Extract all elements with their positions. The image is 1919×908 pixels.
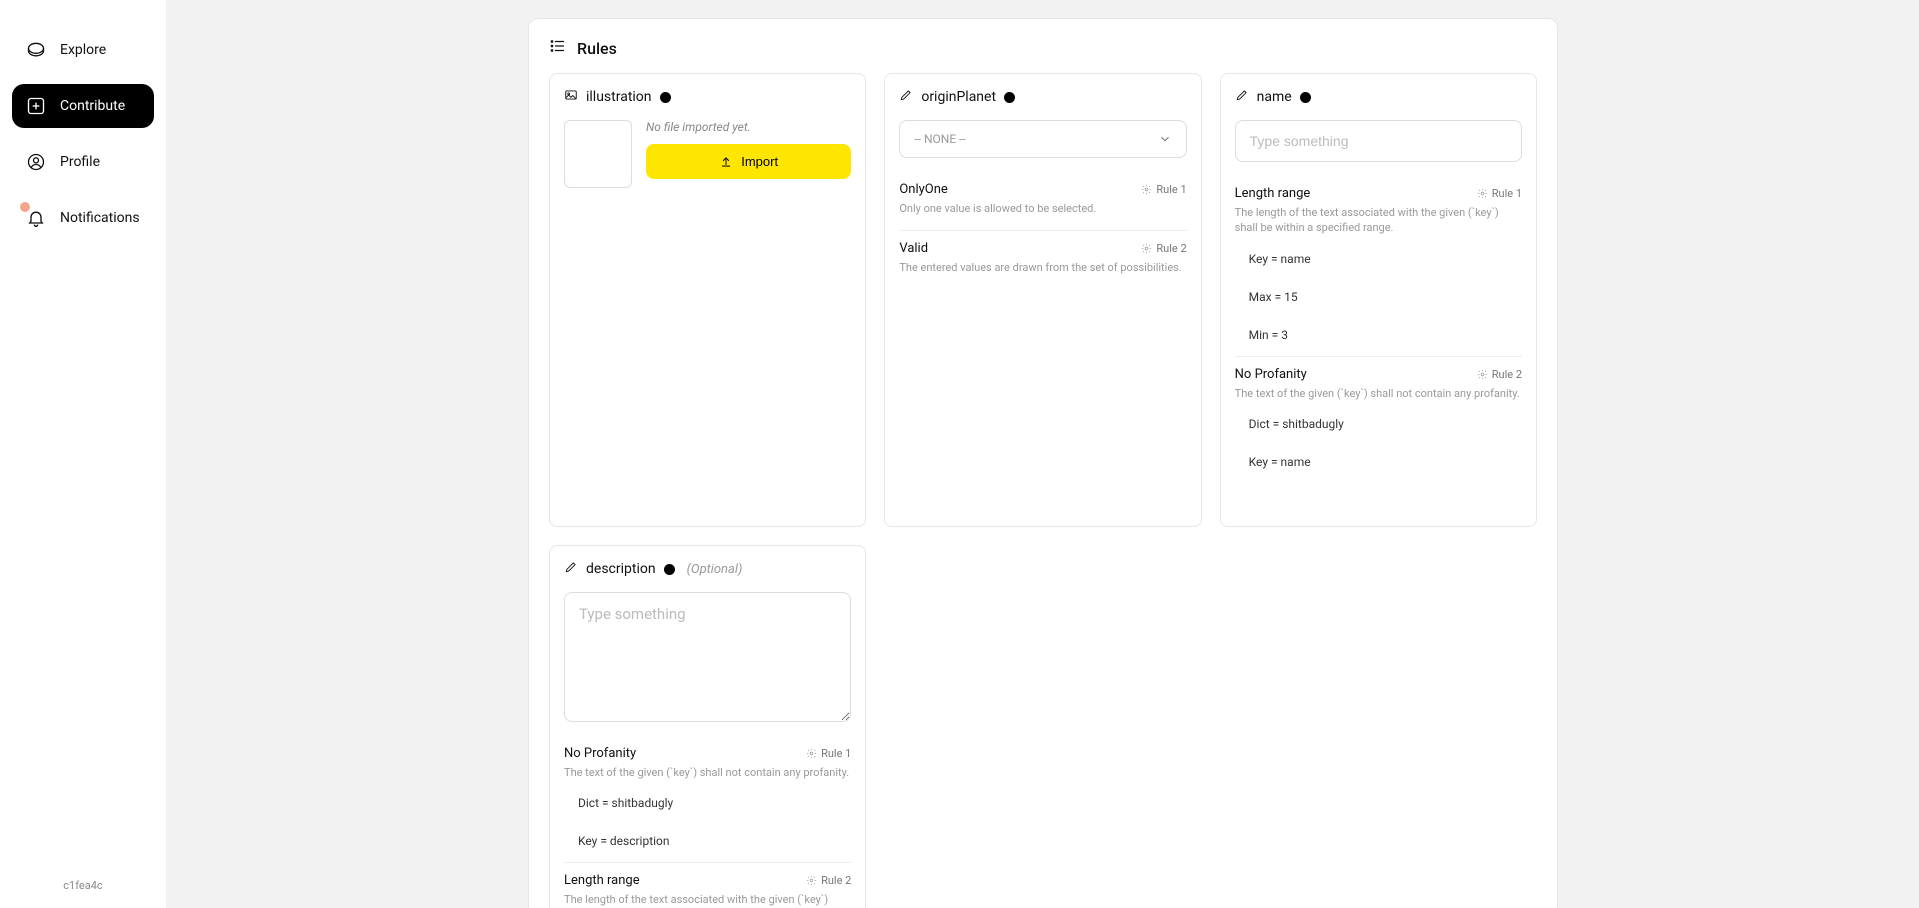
rule-block: Length range Rule 1 The length of the te…: [1235, 176, 1522, 356]
rule-block: OnlyOne Rule 1 Only one value is allowed…: [899, 172, 1186, 230]
rule-desc: The entered values are drawn from the se…: [899, 260, 1186, 275]
name-input[interactable]: [1235, 120, 1522, 162]
gear-icon: [806, 875, 817, 886]
rule-param: Key = description: [574, 826, 851, 856]
list-icon: [549, 37, 567, 59]
rule-name: No Profanity: [1235, 367, 1307, 382]
image-placeholder: [564, 120, 632, 188]
rule-tag: Rule 2: [1477, 368, 1522, 381]
edit-icon: [564, 560, 578, 578]
no-file-label: No file imported yet.: [646, 120, 851, 134]
notification-dot-icon: [20, 202, 30, 212]
card-title: illustration: [586, 89, 652, 105]
rule-block: Length range Rule 2 The length of the te…: [564, 862, 851, 908]
info-icon[interactable]: [1004, 92, 1015, 103]
rule-name: Length range: [564, 873, 640, 888]
card-description: description (Optional) No Profanity Rule…: [549, 545, 866, 908]
rule-name: Length range: [1235, 186, 1311, 201]
info-icon[interactable]: [1300, 92, 1311, 103]
card-name: name Length range Rule 1 The length of t…: [1220, 73, 1537, 527]
edit-icon: [1235, 88, 1249, 106]
rule-param: Min = 3: [1245, 320, 1522, 350]
card-header: illustration: [564, 88, 851, 106]
rule-block: No Profanity Rule 1 The text of the give…: [564, 736, 851, 862]
rules-panel: Rules illustration No file imported yet.: [528, 18, 1558, 908]
gear-icon: [1477, 188, 1488, 199]
rule-param: Key = name: [1245, 447, 1522, 477]
card-title: description: [586, 561, 656, 577]
rule-desc: The length of the text associated with t…: [564, 892, 851, 908]
gear-icon: [1141, 184, 1152, 195]
card-title: name: [1257, 89, 1292, 105]
rule-name: No Profanity: [564, 746, 636, 761]
image-icon: [564, 88, 578, 106]
sidebar: Explore Contribute Profile Notifications…: [0, 0, 167, 908]
import-button[interactable]: Import: [646, 144, 851, 179]
gear-icon: [1141, 243, 1152, 254]
rule-block: Valid Rule 2 The entered values are draw…: [899, 230, 1186, 289]
gear-icon: [1477, 369, 1488, 380]
sidebar-item-label: Profile: [60, 154, 100, 170]
card-header: originPlanet: [899, 88, 1186, 106]
version-label: c1fea4c: [12, 879, 154, 896]
card-title: originPlanet: [921, 89, 996, 105]
origin-planet-select[interactable]: -- NONE --: [899, 120, 1186, 158]
main: Rules illustration No file imported yet.: [167, 0, 1919, 908]
rule-tag: Rule 2: [806, 874, 851, 887]
import-button-label: Import: [741, 154, 778, 169]
rule-tag: Rule 1: [1477, 187, 1522, 200]
edit-icon: [899, 88, 913, 106]
sidebar-item-label: Contribute: [60, 98, 125, 114]
rule-param: Max = 15: [1245, 282, 1522, 312]
illustration-body: No file imported yet. Import: [564, 120, 851, 188]
sidebar-item-label: Explore: [60, 42, 106, 58]
rule-desc: The text of the given (`key`) shall not …: [1235, 386, 1522, 401]
explore-icon: [26, 40, 46, 60]
info-icon[interactable]: [660, 92, 671, 103]
rule-param: Dict = shitbadugly: [1245, 409, 1522, 439]
rule-param: Key = name: [1245, 244, 1522, 274]
rule-name: OnlyOne: [899, 182, 947, 197]
sidebar-item-label: Notifications: [60, 210, 140, 226]
bell-icon: [26, 208, 46, 228]
gear-icon: [806, 748, 817, 759]
rule-tag: Rule 1: [1141, 183, 1186, 196]
optional-label: (Optional): [687, 562, 743, 577]
rule-desc: The text of the given (`key`) shall not …: [564, 765, 851, 780]
card-header: description (Optional): [564, 560, 851, 578]
rule-desc: The length of the text associated with t…: [1235, 205, 1522, 236]
rule-tag: Rule 2: [1141, 242, 1186, 255]
rule-param: Dict = shitbadugly: [574, 788, 851, 818]
card-header: name: [1235, 88, 1522, 106]
info-icon[interactable]: [664, 564, 675, 575]
sidebar-item-profile[interactable]: Profile: [12, 140, 154, 184]
plus-square-icon: [26, 96, 46, 116]
card-origin-planet: originPlanet -- NONE -- OnlyOne Rule 1: [884, 73, 1201, 527]
rule-block: No Profanity Rule 2 The text of the give…: [1235, 356, 1522, 483]
sidebar-nav: Explore Contribute Profile Notifications: [12, 28, 154, 240]
rule-name: Valid: [899, 241, 928, 256]
select-placeholder: -- NONE --: [914, 132, 965, 146]
rule-desc: Only one value is allowed to be selected…: [899, 201, 1186, 216]
panel-title-text: Rules: [577, 39, 617, 58]
sidebar-item-contribute[interactable]: Contribute: [12, 84, 154, 128]
user-circle-icon: [26, 152, 46, 172]
card-illustration: illustration No file imported yet. Impor…: [549, 73, 866, 527]
upload-icon: [719, 155, 733, 169]
description-textarea[interactable]: [564, 592, 851, 722]
chevron-down-icon: [1158, 132, 1172, 146]
panel-title: Rules: [549, 37, 1537, 59]
sidebar-item-explore[interactable]: Explore: [12, 28, 154, 72]
cards-grid: illustration No file imported yet. Impor…: [549, 73, 1537, 908]
sidebar-item-notifications[interactable]: Notifications: [12, 196, 154, 240]
rule-tag: Rule 1: [806, 747, 851, 760]
